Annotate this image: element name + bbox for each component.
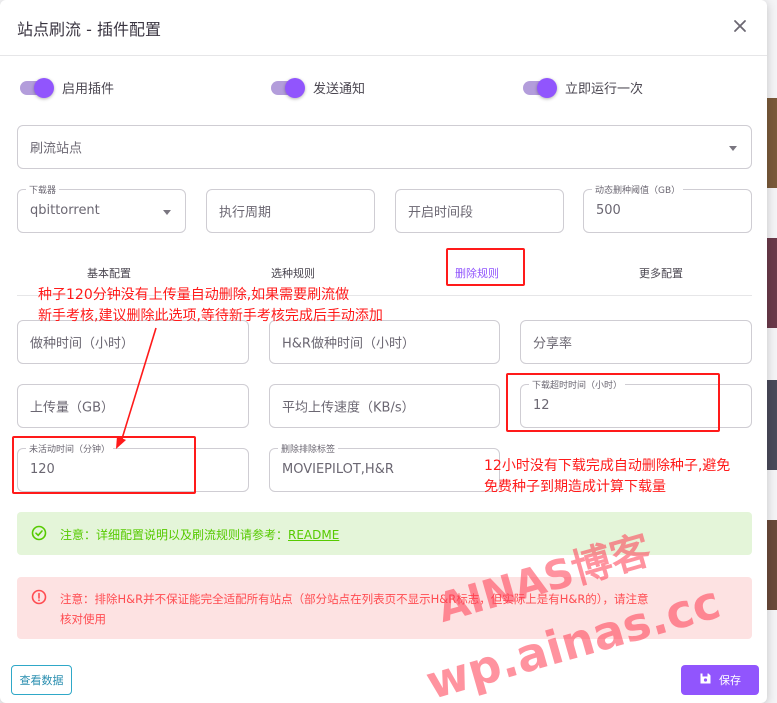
close-icon[interactable] [729,15,751,37]
chevron-down-icon [163,210,171,215]
tab-label: 删除规则 [455,267,499,280]
tab-label: 选种规则 [271,267,315,280]
info-alert: 注意：详细配置说明以及刷流规则请参考：README [17,512,752,555]
download-timeout-input[interactable]: 下载超时时间（小时） 12 [520,378,752,428]
save-button[interactable]: 保存 [681,665,759,695]
ratio-input[interactable]: 分享率 [520,320,752,364]
ratio-placeholder: 分享率 [533,336,573,352]
background-strip [767,98,777,188]
check-circle-icon [31,525,47,545]
info-text: 注意：详细配置说明以及刷流规则请参考： [60,528,289,542]
upload-placeholder: 上传量（GB） [30,400,114,416]
annotation-inactive-text: 种子120分钟没有上传量自动删除,如果需要刷流做 新手考核,建议删除此选项,等待… [38,285,383,327]
tab-label: 基本配置 [87,267,131,280]
switch-label: 发送通知 [313,82,366,97]
annotation-line: 新手考核,建议删除此选项,等待新手考核完成后手动添加 [38,308,383,324]
downloader-value: qbittorrent [30,203,100,218]
exclude-tags-value: MOVIEPILOT,H&R [282,462,394,477]
active-time-input[interactable]: 开启时间段 [395,189,564,233]
dynamic-delete-value: 500 [596,203,621,218]
downloader-label: 下载器 [26,183,60,196]
inactive-time-label: 未活动时间（分钟） [26,442,114,455]
dialog-title: 站点刷流 - 插件配置 [17,19,161,39]
downloader-select[interactable]: 下载器 qbittorrent [17,183,186,233]
switch-track[interactable] [271,77,305,98]
download-timeout-value: 12 [533,398,550,413]
switch-label: 启用插件 [62,82,115,97]
annotation-line: 种子120分钟没有上传量自动删除,如果需要刷流做 [38,287,350,303]
chevron-down-icon [729,146,737,151]
sites-select[interactable]: 刷流站点 [17,125,752,169]
tab-delete-rules[interactable]: 删除规则 [385,250,569,296]
active-time-placeholder: 开启时间段 [408,205,474,221]
annotation-line: 12小时没有下载完成自动删除种子,避免 [484,458,731,474]
inactive-time-input[interactable]: 未活动时间（分钟） 120 [17,442,249,492]
switch-thumb[interactable] [285,77,305,98]
warning-line: 注意：排除H&R并不保证能完全适配所有站点（部分站点在列表页不显示H&R标志，但… [60,592,649,606]
save-label: 保存 [719,674,741,687]
background-strip [767,520,777,610]
view-data-button[interactable]: 查看数据 [11,665,72,695]
view-data-label: 查看数据 [19,674,64,687]
cron-input[interactable]: 执行周期 [206,189,375,233]
cron-placeholder: 执行周期 [219,205,272,221]
floppy-disk-icon [699,672,712,688]
avg-upspeed-placeholder: 平均上传速度（KB/s） [282,400,415,416]
warning-line: 核对使用 [60,612,106,626]
switch-track[interactable] [523,77,557,98]
annotation-timeout-text: 12小时没有下载完成自动删除种子,避免 免费种子到期造成计算下载量 [484,456,730,498]
alert-circle-icon [31,589,47,609]
dialog-header: 站点刷流 - 插件配置 [0,0,767,56]
dynamic-delete-label: 动态删种阈值（GB） [592,183,684,196]
seed-time-placeholder: 做种时间（小时） [30,336,135,352]
tab-more[interactable]: 更多配置 [569,250,753,296]
exclude-tags-input[interactable]: 删除排除标签 MOVIEPILOT,H&R [269,442,500,492]
info-alert-text: 注意：详细配置说明以及刷流规则请参考：README [60,526,339,543]
annotation-line: 免费种子到期造成计算下载量 [484,479,666,495]
switch-thumb[interactable] [34,77,54,98]
download-timeout-label: 下载超时时间（小时） [529,378,626,391]
warning-alert-text: 注意：排除H&R并不保证能完全适配所有站点（部分站点在列表页不显示H&R标志，但… [60,589,649,629]
enable-plugin-switch[interactable]: 启用插件 [20,77,115,98]
send-notify-switch[interactable]: 发送通知 [271,77,366,98]
exclude-tags-label: 删除排除标签 [278,442,339,455]
avg-upspeed-input[interactable]: 平均上传速度（KB/s） [269,384,500,428]
run-once-switch[interactable]: 立即运行一次 [523,77,644,98]
plugin-config-dialog: 站点刷流 - 插件配置 启用插件 发送通知 立即运行一次 刷流站点 下载器 qb… [0,0,767,703]
dynamic-delete-input[interactable]: 动态删种阈值（GB） 500 [583,183,752,233]
readme-link[interactable]: README [288,528,339,542]
switch-label: 立即运行一次 [565,82,644,97]
hr-seed-time-placeholder: H&R做种时间（小时） [282,336,415,352]
sites-placeholder: 刷流站点 [30,141,83,157]
switch-row: 启用插件 发送通知 立即运行一次 [18,77,749,100]
switch-track[interactable] [20,77,54,98]
background-strip [767,238,777,328]
warning-alert: 注意：排除H&R并不保证能完全适配所有站点（部分站点在列表页不显示H&R标志，但… [17,577,752,639]
switch-thumb[interactable] [537,77,557,98]
inactive-time-value: 120 [30,462,55,477]
upload-input[interactable]: 上传量（GB） [17,384,249,428]
background-strip [767,380,777,470]
tab-label: 更多配置 [639,267,683,280]
